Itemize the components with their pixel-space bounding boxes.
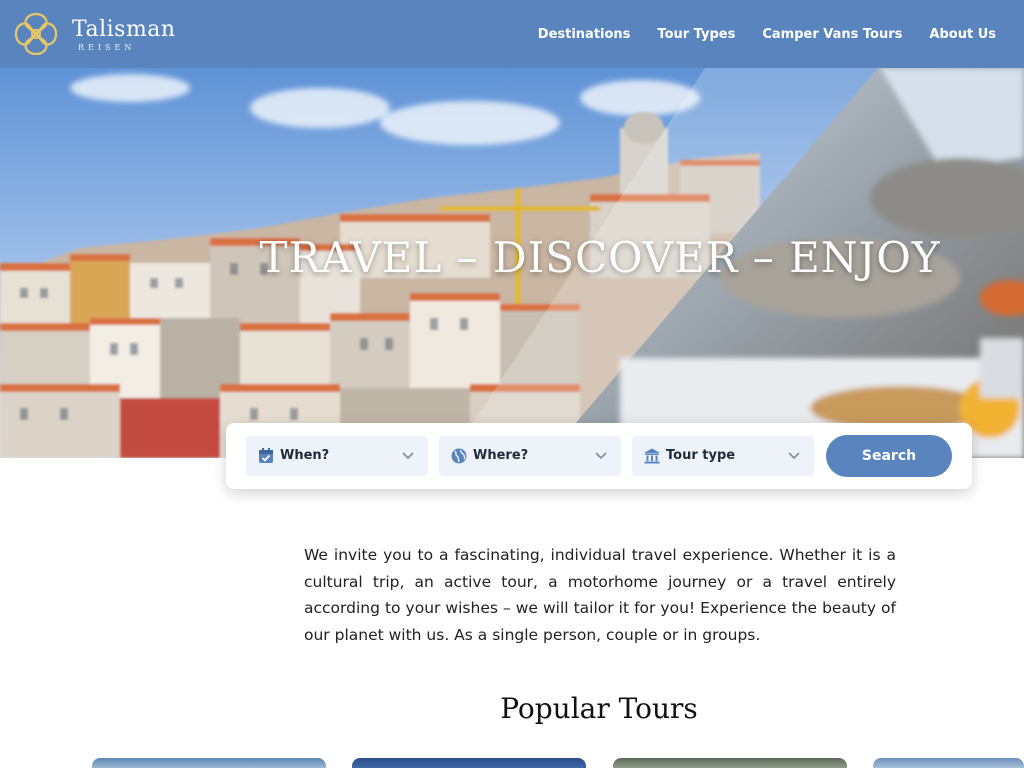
when-dropdown[interactable]: When?	[246, 436, 428, 476]
hero-banner: TRAVEL – DISCOVER – ENJOY	[0, 68, 1024, 458]
tour-card[interactable]	[92, 758, 326, 768]
museum-icon	[644, 448, 660, 464]
celtic-knot-logo-icon	[14, 12, 58, 56]
tour-card[interactable]	[352, 758, 586, 768]
hero-title: TRAVEL – DISCOVER – ENJOY	[259, 233, 941, 282]
brand-name: Talisman	[72, 17, 176, 42]
chevron-down-icon	[595, 452, 607, 460]
where-dropdown[interactable]: Where?	[439, 436, 621, 476]
nav-tour-types[interactable]: Tour Types	[657, 27, 735, 42]
chevron-down-icon	[402, 452, 414, 460]
globe-icon	[451, 448, 467, 464]
main-nav: Destinations Tour Types Camper Vans Tour…	[538, 0, 996, 68]
tour-type-label: Tour type	[666, 448, 736, 463]
tour-search-bar: When? Where? Tour type Search	[226, 423, 972, 489]
nav-destinations[interactable]: Destinations	[538, 27, 631, 42]
when-label: When?	[280, 448, 330, 463]
where-label: Where?	[473, 448, 529, 463]
tour-card[interactable]	[873, 758, 1024, 768]
nav-about-us[interactable]: About Us	[929, 27, 996, 42]
site-header: Talisman REISEN Destinations Tour Types …	[0, 0, 1024, 68]
tour-type-dropdown[interactable]: Tour type	[632, 436, 814, 476]
brand-logo[interactable]: Talisman REISEN	[10, 8, 190, 60]
popular-tours-heading: Popular Tours	[500, 692, 698, 725]
intro-text: We invite you to a fascinating, individu…	[304, 546, 896, 644]
calendar-icon	[259, 448, 273, 463]
tour-card[interactable]	[613, 758, 847, 768]
search-button[interactable]: Search	[826, 435, 952, 477]
brand-subtitle: REISEN	[78, 43, 136, 52]
nav-camper-vans-tours[interactable]: Camper Vans Tours	[762, 27, 902, 42]
chevron-down-icon	[788, 452, 800, 460]
